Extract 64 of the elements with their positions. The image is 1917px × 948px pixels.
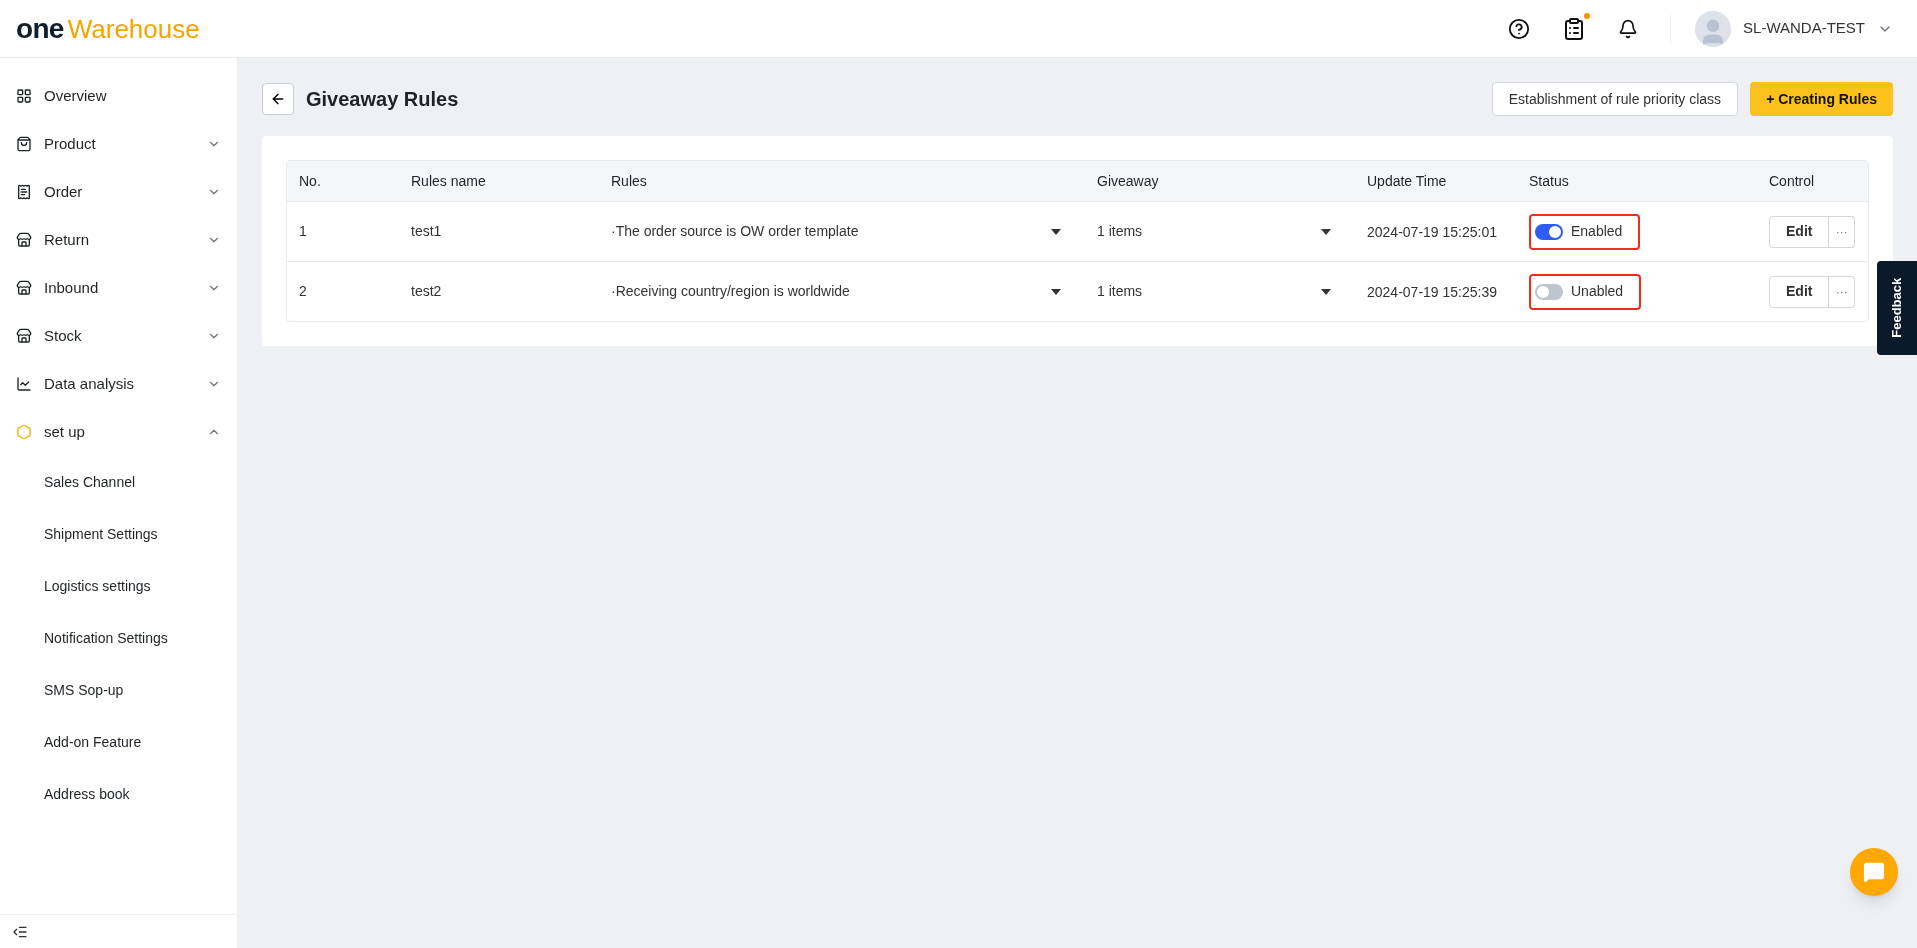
column-header: Rules name: [410, 171, 487, 191]
sidebar-item[interactable]: Order: [0, 168, 237, 216]
caret-icon: [1321, 228, 1331, 235]
hexagon-icon: [16, 424, 32, 440]
rule-dropdown[interactable]: ·Receiving country/region is worldwide: [599, 281, 1085, 302]
sidebar-subitem[interactable]: Add-on Feature: [0, 716, 237, 768]
sidebar-item[interactable]: Return: [0, 216, 237, 264]
back-arrow-icon: [270, 91, 286, 107]
table-cell-text: 2: [298, 282, 308, 301]
edit-button[interactable]: Edit: [1769, 215, 1830, 248]
status-toggle[interactable]: [1535, 223, 1563, 240]
sidebar-item[interactable]: set up: [0, 408, 237, 456]
table-cell-text: 1: [298, 222, 308, 241]
sidebar-item[interactable]: Data analysis: [0, 360, 237, 408]
sidebar-item[interactable]: Inbound: [0, 264, 237, 312]
table-cell-text: 2024-07-19 15:25:01: [1366, 222, 1498, 242]
sidebar-item[interactable]: Overview: [0, 72, 237, 120]
status-label: Enabled: [1571, 222, 1623, 241]
column-header: Rules: [610, 171, 648, 191]
column-header: Giveaway: [1096, 171, 1160, 191]
sidebar-subitem[interactable]: Logistics settings: [0, 560, 237, 612]
sidebar-subitem[interactable]: Shipment Settings: [0, 508, 237, 560]
sidebar-subitem[interactable]: SMS Sop-up: [0, 664, 237, 716]
column-header: Status: [1528, 171, 1570, 191]
chat-icon: [1863, 861, 1885, 883]
column-header: Control: [1768, 171, 1816, 191]
create-button[interactable]: + Creating Rules: [1750, 82, 1893, 116]
priority-button[interactable]: Establishment of rule priority class: [1491, 82, 1739, 116]
column-header: No.: [298, 171, 322, 191]
table-cell-text: test2: [410, 282, 443, 301]
sidebar-subitem[interactable]: Notification Settings: [0, 612, 237, 664]
feedback-tab[interactable]: Feedback: [1877, 261, 1917, 355]
bell-icon[interactable]: [1618, 18, 1639, 39]
chart-icon: [16, 376, 32, 392]
caret-icon: [1051, 288, 1061, 295]
bag-icon: [16, 136, 32, 152]
sidebar-subitem[interactable]: Address book: [0, 768, 237, 820]
store-icon: [16, 328, 32, 344]
column-header: Update Time: [1366, 171, 1448, 191]
store-icon: [16, 232, 32, 248]
logo-text: Warehouse: [67, 12, 200, 46]
caret-icon: [1051, 228, 1061, 235]
status-toggle[interactable]: [1535, 283, 1563, 300]
giveaway-dropdown[interactable]: 1 items: [1085, 281, 1355, 302]
status-label: Unabled: [1571, 282, 1624, 301]
sidebar-subitem[interactable]: Sales Channel: [0, 456, 237, 508]
help-icon[interactable]: [1508, 17, 1531, 40]
store-icon: [16, 280, 32, 296]
table-cell-text: 2024-07-19 15:25:39: [1366, 282, 1498, 302]
more-button[interactable]: ···: [1829, 275, 1855, 308]
receipt-icon: [16, 184, 32, 200]
back-button[interactable]: [262, 83, 294, 115]
table-cell-text: test1: [410, 222, 443, 241]
sidebar-item[interactable]: Stock: [0, 312, 237, 360]
edit-button[interactable]: Edit: [1769, 275, 1830, 308]
giveaway-dropdown[interactable]: 1 items: [1085, 221, 1355, 242]
user-name[interactable]: SL-WANDA-TEST: [1743, 17, 1865, 40]
more-button[interactable]: ···: [1829, 215, 1855, 248]
rule-dropdown[interactable]: ·The order source is OW order template: [599, 221, 1085, 242]
grid-icon: [16, 88, 32, 104]
page-title: Giveaway Rules: [306, 87, 460, 112]
sidebar-item[interactable]: Product: [0, 120, 237, 168]
caret-icon: [1321, 288, 1331, 295]
logo-text: one: [16, 11, 64, 46]
